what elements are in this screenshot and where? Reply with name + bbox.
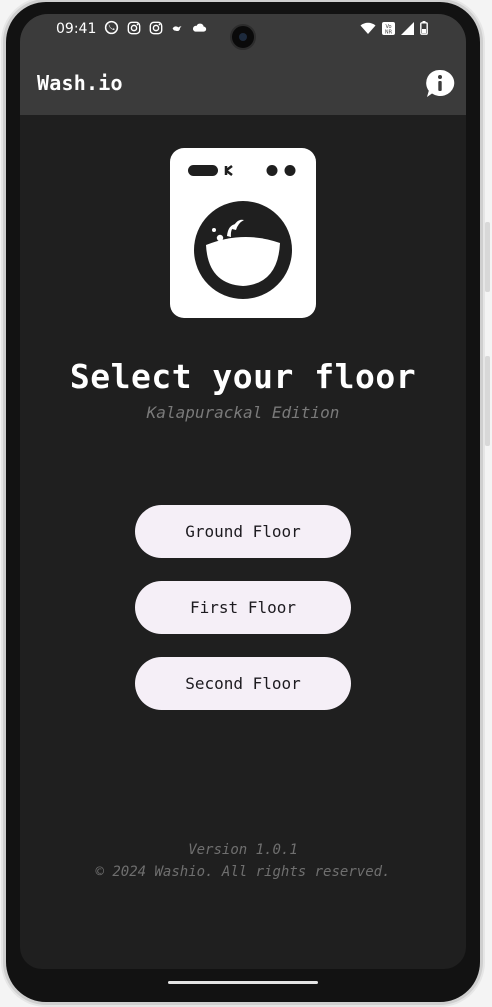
first-floor-button[interactable]: First Floor xyxy=(135,581,351,634)
instagram-icon xyxy=(126,20,141,35)
home-indicator[interactable] xyxy=(168,981,318,984)
page-title: Select your floor xyxy=(69,357,417,396)
notification-icons xyxy=(104,20,207,35)
svg-text:NR: NR xyxy=(385,30,393,36)
version-text: Version 1.0.1 xyxy=(188,842,298,858)
system-icons: Vo NR xyxy=(360,20,428,39)
bird-icon xyxy=(170,20,185,35)
app-bar: Wash.io xyxy=(20,50,466,115)
wifi-icon xyxy=(360,20,376,39)
battery-icon xyxy=(420,20,428,39)
info-icon[interactable] xyxy=(424,68,456,100)
cloud-icon xyxy=(192,20,207,35)
signal-icon xyxy=(401,20,414,39)
volte-icon: Vo NR xyxy=(382,20,395,39)
edition-subtitle: Kalapurackal Edition xyxy=(146,403,340,422)
ground-floor-button[interactable]: Ground Floor xyxy=(135,505,351,558)
app-screen: 09:41 Vo NR Wash.io Select your floor Ka… xyxy=(20,14,466,969)
volume-button xyxy=(485,222,490,292)
second-floor-button[interactable]: Second Floor xyxy=(135,657,351,710)
front-camera xyxy=(230,24,256,50)
washing-machine-icon xyxy=(170,148,316,318)
whatsapp-icon xyxy=(104,20,119,35)
app-title: Wash.io xyxy=(37,71,123,95)
status-bar: 09:41 Vo NR xyxy=(20,14,466,50)
status-time: 09:41 xyxy=(56,21,97,37)
copyright-text: © 2024 Washio. All rights reserved. xyxy=(95,864,391,880)
instagram-icon xyxy=(148,20,163,35)
power-button xyxy=(485,356,490,446)
